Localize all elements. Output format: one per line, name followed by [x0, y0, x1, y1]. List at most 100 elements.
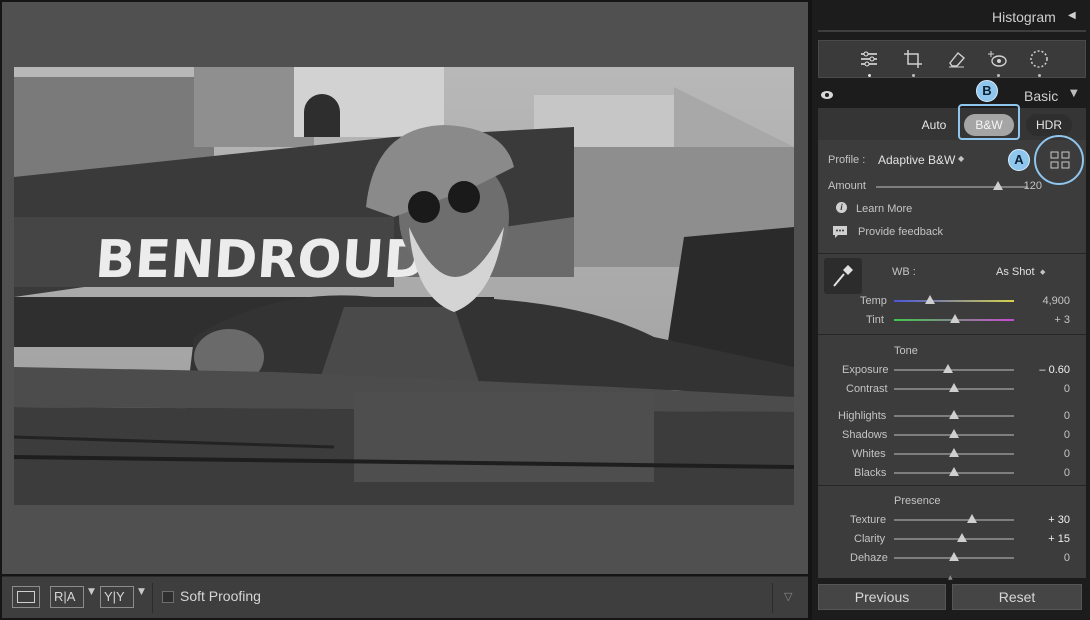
section-divider — [818, 253, 1086, 254]
blacks-value: 0 — [1063, 467, 1070, 479]
reset-button[interactable]: Reset — [952, 584, 1082, 610]
toolbar-divider-right — [772, 583, 773, 613]
exposure-label: Exposure — [842, 364, 889, 376]
dehaze-value: 0 — [1063, 552, 1070, 564]
whites-label: Whites — [852, 448, 886, 460]
yy-menu-icon[interactable]: ▼ — [138, 587, 145, 597]
soft-proofing-checkbox[interactable] — [162, 591, 174, 603]
wb-selector-button[interactable] — [824, 258, 862, 294]
eraser-icon[interactable] — [947, 49, 967, 69]
eyedropper-icon — [833, 265, 853, 287]
tint-slider-thumb[interactable] — [950, 314, 961, 323]
shadows-value: 0 — [1063, 429, 1070, 441]
tool-dot — [912, 74, 915, 77]
basic-title: Basic — [1024, 88, 1059, 104]
temp-value: 4,900 — [1042, 295, 1070, 307]
bw-button[interactable]: B&W — [964, 114, 1014, 136]
exposure-value: – 0.60 — [1039, 364, 1070, 376]
profile-stepper-icon[interactable]: ◆ — [958, 154, 964, 163]
loupe-view-button[interactable] — [12, 586, 40, 608]
tone-header: Tone — [894, 345, 918, 357]
bottom-toolbar: R|A ▼ Y|Y ▼ Soft Proofing ▽ — [2, 576, 808, 618]
before-after-yy-button[interactable]: Y|Y — [100, 586, 134, 608]
texture-value: + 30 — [1048, 514, 1070, 526]
wb-stepper-icon[interactable]: ◆ — [1040, 268, 1045, 276]
redeye-icon[interactable] — [987, 49, 1009, 69]
histogram-collapse-icon[interactable]: ◀ — [1068, 10, 1076, 21]
before-after-ra-button[interactable]: R|A — [50, 586, 84, 608]
crop-icon[interactable] — [903, 49, 923, 69]
temp-track — [894, 300, 1014, 302]
highlights-slider-thumb[interactable] — [949, 410, 959, 419]
previous-button[interactable]: Previous — [818, 584, 946, 610]
before-after-menu-icon[interactable]: ▼ — [88, 587, 95, 597]
auto-button[interactable]: Auto — [912, 114, 956, 136]
eye-icon[interactable] — [820, 90, 834, 100]
presence-header: Presence — [894, 495, 941, 507]
blacks-slider-thumb[interactable] — [949, 467, 959, 476]
callout-a: A — [1008, 149, 1030, 171]
bw-photo-illustration: BENDROUD — [14, 67, 794, 505]
hdr-button[interactable]: HDR — [1026, 114, 1072, 136]
toolbar-divider — [152, 583, 153, 613]
wb-label: WB : — [892, 266, 916, 278]
exposure-slider-thumb[interactable] — [943, 364, 953, 373]
shadows-slider-thumb[interactable] — [949, 429, 959, 438]
contrast-label: Contrast — [846, 383, 888, 395]
profile-value[interactable]: Adaptive B&W — [878, 153, 955, 167]
ra-label: R|A — [54, 589, 76, 604]
sliders-icon[interactable] — [859, 49, 879, 69]
clarity-label: Clarity — [854, 533, 886, 545]
photo-canvas: BENDROUD — [2, 2, 808, 574]
whites-value: 0 — [1063, 448, 1070, 460]
amount-value: 120 — [1023, 180, 1042, 192]
texture-label: Texture — [850, 514, 887, 526]
highlights-label: Highlights — [838, 410, 887, 422]
callout-b: B — [976, 80, 998, 102]
texture-slider-thumb[interactable] — [967, 514, 977, 523]
yy-label: Y|Y — [104, 589, 125, 604]
info-icon: i — [836, 202, 847, 213]
contrast-slider-thumb[interactable] — [949, 383, 959, 392]
profile-browser-grid-icon[interactable] — [1050, 151, 1070, 169]
amount-label: Amount — [828, 180, 866, 192]
clarity-track — [894, 538, 1014, 540]
texture-track — [894, 519, 1014, 521]
whites-slider-thumb[interactable] — [949, 448, 959, 457]
mask-icon[interactable] — [1029, 49, 1049, 69]
tool-strip — [818, 40, 1086, 78]
loupe-view-icon — [17, 591, 35, 603]
panel-scroll-indicator-icon[interactable]: ▲ — [948, 574, 953, 581]
image-stage: BENDROUD R|A ▼ Y|Y ▼ Soft Proofing ▽ — [0, 0, 810, 620]
exposure-track — [894, 369, 1014, 371]
dehaze-slider-thumb[interactable] — [949, 552, 959, 561]
histogram-area — [818, 30, 1086, 32]
temp-slider-thumb[interactable] — [925, 295, 935, 304]
dehaze-label: Dehaze — [850, 552, 888, 564]
tool-dot — [997, 74, 1000, 77]
boat-sign-text: BENDROUD — [93, 230, 429, 290]
photo-preview[interactable]: BENDROUD — [14, 67, 794, 505]
contrast-value: 0 — [1063, 383, 1070, 395]
tool-active-dot — [868, 74, 871, 77]
feedback-icon — [833, 226, 847, 238]
provide-feedback-link[interactable]: Provide feedback — [858, 226, 943, 238]
blacks-label: Blacks — [854, 467, 887, 479]
clarity-value: + 15 — [1048, 533, 1070, 545]
histogram-title: Histogram — [992, 9, 1056, 25]
tint-value: + 3 — [1054, 314, 1070, 326]
tool-dot — [1038, 74, 1041, 77]
basic-collapse-icon[interactable]: ▼ — [1070, 88, 1078, 99]
learn-more-link[interactable]: Learn More — [856, 203, 912, 215]
chevron-down-icon[interactable]: ▽ — [784, 590, 792, 603]
shadows-label: Shadows — [842, 429, 888, 441]
soft-proofing-label: Soft Proofing — [180, 588, 261, 604]
wb-value[interactable]: As Shot — [996, 266, 1035, 278]
profile-label: Profile : — [828, 154, 866, 166]
section-divider — [818, 485, 1086, 486]
highlights-value: 0 — [1063, 410, 1070, 422]
temp-label: Temp — [860, 295, 887, 307]
develop-right-panel: Histogram ◀ Basic ▼ Auto B&W HDR B Profi… — [810, 0, 1090, 620]
section-divider — [818, 334, 1086, 335]
clarity-slider-thumb[interactable] — [957, 533, 968, 542]
